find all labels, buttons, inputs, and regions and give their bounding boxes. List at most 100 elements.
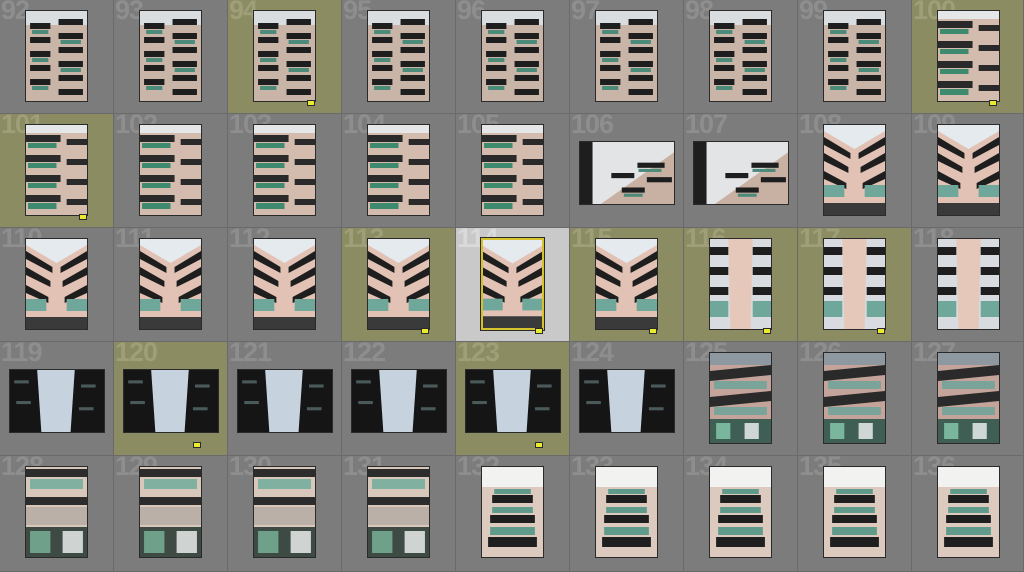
flag-badge-icon[interactable] xyxy=(649,328,657,334)
photo-thumbnail[interactable] xyxy=(579,141,675,205)
thumbnail-cell[interactable]: 115 xyxy=(570,228,684,342)
photo-thumbnail[interactable] xyxy=(937,466,1000,558)
photo-thumbnail[interactable] xyxy=(823,124,886,216)
thumbnail-cell[interactable]: 101 xyxy=(0,114,114,228)
thumbnail-cell[interactable]: 113 xyxy=(342,228,456,342)
thumbnail-cell[interactable]: 122 xyxy=(342,342,456,456)
photo-thumbnail[interactable] xyxy=(367,238,430,330)
photo-thumbnail[interactable] xyxy=(709,10,772,102)
thumbnail-cell[interactable]: 106 xyxy=(570,114,684,228)
photo-thumbnail[interactable] xyxy=(253,466,316,558)
photo-thumbnail[interactable] xyxy=(367,10,430,102)
photo-thumbnail[interactable] xyxy=(367,466,430,558)
thumbnail-cell[interactable]: 116 xyxy=(684,228,798,342)
photo-thumbnail[interactable] xyxy=(139,466,202,558)
photo-thumbnail[interactable] xyxy=(9,369,105,433)
thumbnail-cell[interactable]: 97 xyxy=(570,0,684,114)
photo-thumbnail[interactable] xyxy=(823,10,886,102)
thumbnail-cell[interactable]: 92 xyxy=(0,0,114,114)
photo-thumbnail[interactable] xyxy=(253,124,316,216)
photo-thumbnail[interactable] xyxy=(253,238,316,330)
thumbnail-cell[interactable]: 117 xyxy=(798,228,912,342)
photo-thumbnail[interactable] xyxy=(480,237,545,331)
flag-badge-icon[interactable] xyxy=(535,442,543,448)
thumbnail-cell[interactable]: 103 xyxy=(228,114,342,228)
thumbnail-cell[interactable]: 114 xyxy=(456,228,570,342)
thumbnail-cell[interactable]: 102 xyxy=(114,114,228,228)
thumbnail-cell[interactable]: 130 xyxy=(228,456,342,572)
photo-thumbnail[interactable] xyxy=(481,10,544,102)
thumbnail-cell[interactable]: 109 xyxy=(912,114,1024,228)
photo-thumbnail[interactable] xyxy=(367,124,430,216)
thumbnail-cell[interactable]: 94 xyxy=(228,0,342,114)
thumbnail-cell[interactable]: 132 xyxy=(456,456,570,572)
thumbnail-cell[interactable]: 119 xyxy=(0,342,114,456)
photo-thumbnail[interactable] xyxy=(25,10,88,102)
thumbnail-cell[interactable]: 99 xyxy=(798,0,912,114)
photo-thumbnail[interactable] xyxy=(823,238,886,330)
photo-thumbnail[interactable] xyxy=(139,238,202,330)
thumbnail-cell[interactable]: 125 xyxy=(684,342,798,456)
photo-thumbnail[interactable] xyxy=(823,352,886,444)
thumbnail-cell[interactable]: 128 xyxy=(0,456,114,572)
photo-thumbnail[interactable] xyxy=(595,10,658,102)
photo-thumbnail[interactable] xyxy=(25,466,88,558)
photo-thumbnail[interactable] xyxy=(709,466,772,558)
thumbnail-cell[interactable]: 136 xyxy=(912,456,1024,572)
flag-badge-icon[interactable] xyxy=(421,328,429,334)
photo-thumbnail[interactable] xyxy=(351,369,447,433)
thumbnail-cell[interactable]: 126 xyxy=(798,342,912,456)
thumbnail-cell[interactable]: 110 xyxy=(0,228,114,342)
thumbnail-cell[interactable]: 100 xyxy=(912,0,1024,114)
photo-thumbnail[interactable] xyxy=(937,10,1000,102)
photo-thumbnail[interactable] xyxy=(25,124,88,216)
photo-thumbnail[interactable] xyxy=(481,124,544,216)
thumbnail-cell[interactable]: 120 xyxy=(114,342,228,456)
photo-thumbnail[interactable] xyxy=(937,352,1000,444)
thumbnail-cell[interactable]: 95 xyxy=(342,0,456,114)
thumbnail-cell[interactable]: 111 xyxy=(114,228,228,342)
photo-thumbnail[interactable] xyxy=(937,124,1000,216)
photo-thumbnail[interactable] xyxy=(237,369,333,433)
thumbnail-cell[interactable]: 105 xyxy=(456,114,570,228)
thumbnail-cell[interactable]: 129 xyxy=(114,456,228,572)
photo-thumbnail[interactable] xyxy=(937,238,1000,330)
flag-badge-icon[interactable] xyxy=(193,442,201,448)
thumbnail-cell[interactable]: 134 xyxy=(684,456,798,572)
photo-thumbnail[interactable] xyxy=(123,369,219,433)
photo-thumbnail[interactable] xyxy=(465,369,561,433)
photo-thumbnail[interactable] xyxy=(481,466,544,558)
thumbnail-cell[interactable]: 127 xyxy=(912,342,1024,456)
thumbnail-cell[interactable]: 96 xyxy=(456,0,570,114)
flag-badge-icon[interactable] xyxy=(79,214,87,220)
thumbnail-cell[interactable]: 135 xyxy=(798,456,912,572)
thumbnail-cell[interactable]: 118 xyxy=(912,228,1024,342)
thumbnail-cell[interactable]: 123 xyxy=(456,342,570,456)
photo-thumbnail[interactable] xyxy=(693,141,789,205)
flag-badge-icon[interactable] xyxy=(989,100,997,106)
flag-badge-icon[interactable] xyxy=(535,328,543,334)
thumbnail-cell[interactable]: 98 xyxy=(684,0,798,114)
thumbnail-cell[interactable]: 112 xyxy=(228,228,342,342)
thumbnail-cell[interactable]: 104 xyxy=(342,114,456,228)
flag-badge-icon[interactable] xyxy=(877,328,885,334)
thumbnail-cell[interactable]: 131 xyxy=(342,456,456,572)
flag-badge-icon[interactable] xyxy=(307,100,315,106)
photo-thumbnail[interactable] xyxy=(595,238,658,330)
photo-thumbnail[interactable] xyxy=(25,238,88,330)
flag-badge-icon[interactable] xyxy=(763,328,771,334)
photo-thumbnail[interactable] xyxy=(139,124,202,216)
thumbnail-cell[interactable]: 133 xyxy=(570,456,684,572)
thumbnail-cell[interactable]: 107 xyxy=(684,114,798,228)
photo-thumbnail[interactable] xyxy=(709,238,772,330)
photo-thumbnail[interactable] xyxy=(139,10,202,102)
photo-thumbnail[interactable] xyxy=(709,352,772,444)
thumbnail-cell[interactable]: 93 xyxy=(114,0,228,114)
thumbnail-cell[interactable]: 124 xyxy=(570,342,684,456)
thumbnail-cell[interactable]: 121 xyxy=(228,342,342,456)
thumbnail-cell[interactable]: 108 xyxy=(798,114,912,228)
photo-thumbnail[interactable] xyxy=(253,10,316,102)
photo-thumbnail[interactable] xyxy=(595,466,658,558)
photo-thumbnail[interactable] xyxy=(579,369,675,433)
photo-thumbnail[interactable] xyxy=(823,466,886,558)
